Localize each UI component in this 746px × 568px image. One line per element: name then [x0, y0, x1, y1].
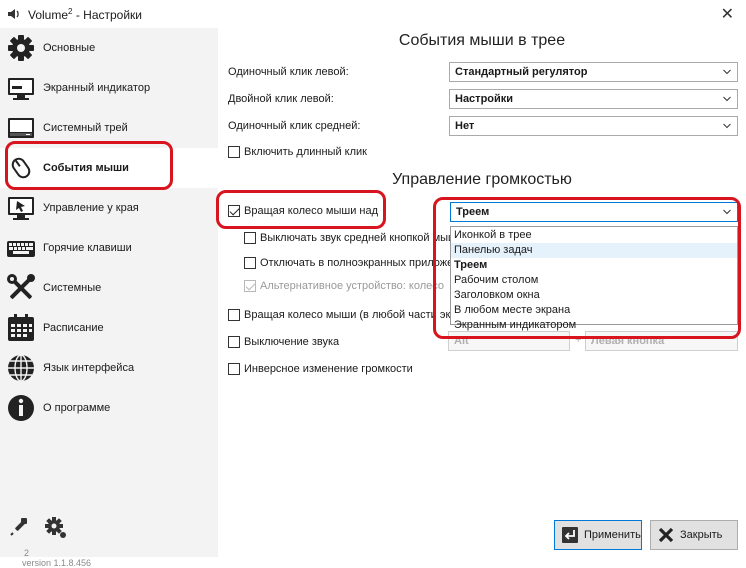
single-left-label: Одиночный клик левой:	[228, 66, 349, 78]
dropdown-option[interactable]: Заголовком окна	[451, 288, 737, 303]
disable-fullscreen-checkbox[interactable]: Отключать в полноэкранных приложениях	[244, 257, 450, 269]
sidebar-item-tray[interactable]: Системный трей	[0, 108, 218, 148]
sidebar-item-about[interactable]: О программе	[0, 388, 218, 428]
sidebar-item-mouse-events[interactable]: События мыши	[0, 148, 218, 188]
window-title: Volume2 - Настройки	[28, 6, 142, 22]
single-middle-label: Одиночный клик средней:	[228, 120, 361, 132]
inverse-checkbox[interactable]: Инверсное изменение громкости	[228, 363, 413, 375]
keyboard-icon	[5, 232, 37, 264]
checkbox-box[interactable]	[228, 363, 240, 375]
checkbox-box[interactable]	[244, 257, 256, 269]
chevron-down-icon	[723, 209, 731, 215]
sidebar-item-language[interactable]: Язык интерфейса	[0, 348, 218, 388]
sidebar-item-system[interactable]: Системные	[0, 268, 218, 308]
sidebar-item-osd[interactable]: Экранный индикатор	[0, 68, 218, 108]
checkbox-box[interactable]	[244, 232, 256, 244]
plus-sign: +	[575, 334, 582, 346]
mute-modifier-select: Alt	[448, 331, 570, 351]
checkbox-box[interactable]	[228, 336, 240, 348]
dropdown-option[interactable]: Панелью задач	[451, 243, 737, 258]
single-middle-select[interactable]: Нет	[449, 116, 738, 136]
wheel-over-checkbox[interactable]: Вращая колесо мыши над	[228, 205, 378, 217]
window-close-icon[interactable]: ✕	[721, 4, 734, 24]
dropdown-option[interactable]: Треем	[451, 258, 737, 273]
pipette-icon[interactable]	[8, 516, 30, 543]
calendar-icon	[5, 312, 37, 344]
double-left-select[interactable]: Настройки	[449, 89, 738, 109]
checkbox-box[interactable]	[228, 309, 240, 321]
close-icon	[657, 526, 675, 544]
apply-icon	[561, 526, 579, 544]
info-icon	[5, 392, 37, 424]
mute-button-select: Левая кнопка	[585, 331, 738, 351]
apply-button[interactable]: Применить	[554, 520, 642, 550]
globe-icon	[5, 352, 37, 384]
checkbox-box	[244, 280, 256, 292]
dropdown-option[interactable]: Экранным индикатором	[451, 318, 737, 333]
chevron-down-icon	[723, 69, 731, 75]
dropdown-option[interactable]: Иконкой в трее	[451, 228, 737, 243]
gear-icon	[5, 32, 37, 64]
title-bar: Volume2 - Настройки ✕	[0, 0, 746, 28]
tools-icon	[5, 272, 37, 304]
screen-edge-icon	[5, 192, 37, 224]
volume-control-title: Управление громкостью	[392, 171, 572, 188]
sidebar-item-general[interactable]: Основные	[0, 28, 218, 68]
version-label: 2 version 1.1.8.456	[22, 548, 92, 568]
sidebar-item-schedule[interactable]: Расписание	[0, 308, 218, 348]
monitor-icon	[5, 72, 37, 104]
chevron-down-icon	[723, 123, 731, 129]
sidebar-item-screen-edge[interactable]: Управление у края	[0, 188, 218, 228]
long-click-checkbox[interactable]: Включить длинный клик	[228, 146, 367, 158]
sidebar: Основные Экранный индикатор Системный тр…	[0, 28, 218, 568]
alt-device-checkbox: Альтернативное устройство: колесо	[244, 280, 450, 292]
mute-checkbox[interactable]: Выключение звука	[228, 336, 339, 348]
close-button[interactable]: Закрыть	[650, 520, 738, 550]
main-panel: События мыши в трее Одиночный клик левой…	[218, 28, 746, 557]
mouse-icon	[5, 152, 37, 184]
mouse-events-title: События мыши в трее	[398, 32, 566, 49]
app-speaker-icon	[6, 6, 22, 22]
wheel-anywhere-checkbox[interactable]: Вращая колесо мыши (в любой части экрана…	[228, 309, 450, 321]
sidebar-item-hotkeys[interactable]: Горячие клавиши	[0, 228, 218, 268]
tray-icon	[5, 112, 37, 144]
double-left-label: Двойной клик левой:	[228, 93, 334, 105]
dropdown-option[interactable]: Рабочим столом	[451, 273, 737, 288]
settings-gear-icon[interactable]	[44, 516, 68, 543]
single-left-select[interactable]: Стандартный регулятор	[449, 62, 738, 82]
dropdown-option[interactable]: В любом месте экрана	[451, 303, 737, 318]
checkbox-box[interactable]	[228, 205, 240, 217]
wheel-over-dropdown-list[interactable]: Иконкой в трее Панелью задач Треем Рабоч…	[450, 226, 738, 331]
checkbox-box[interactable]	[228, 146, 240, 158]
sidebar-tools	[8, 516, 68, 543]
wheel-over-select[interactable]: Треем	[450, 202, 738, 222]
mute-middle-checkbox[interactable]: Выключать звук средней кнопкой мыши	[244, 232, 450, 244]
chevron-down-icon	[723, 96, 731, 102]
